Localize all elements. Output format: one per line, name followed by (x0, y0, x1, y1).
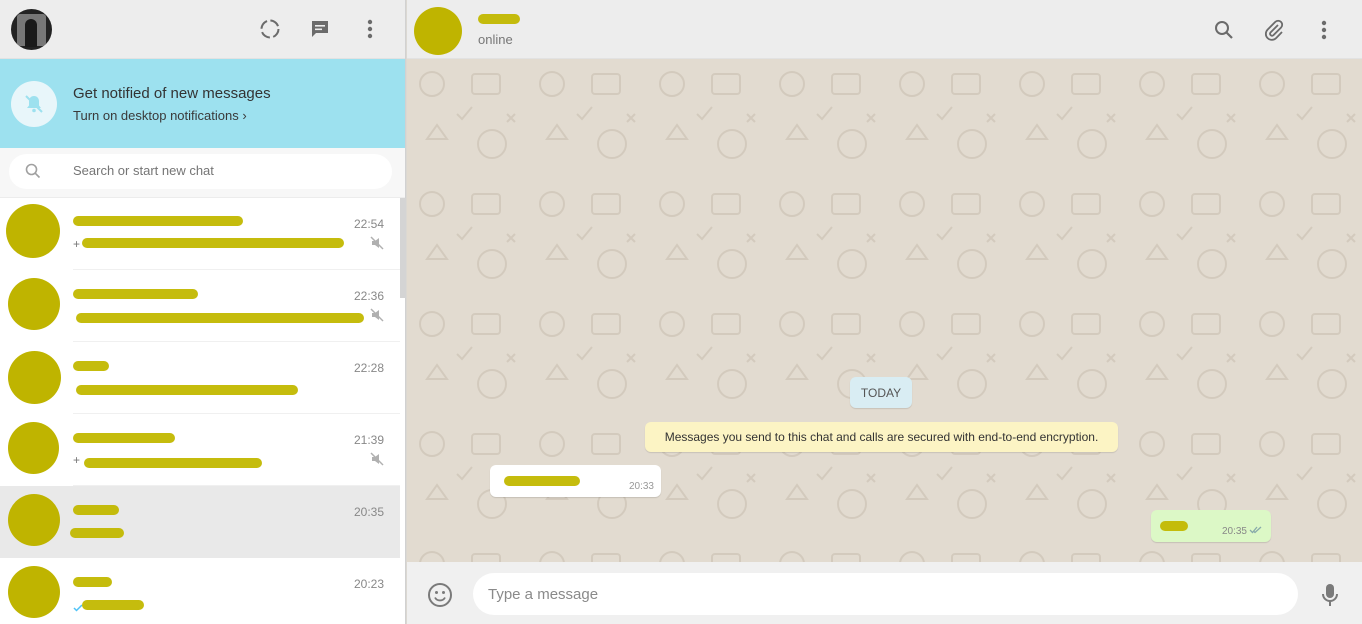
muted-icon (370, 452, 384, 471)
chat-list: + 22:54 22:36 22:28 + 21:39 20:35 20:23 (0, 198, 400, 624)
redacted-message-text (1160, 521, 1188, 531)
redacted-preview (84, 458, 262, 468)
redacted-preview (70, 528, 124, 538)
redacted-name (73, 577, 112, 587)
redacted-message-text (504, 476, 580, 486)
redacted-name (73, 216, 243, 226)
redacted-contact-name (478, 14, 520, 24)
chat-list-item-active[interactable]: 20:35 (0, 486, 400, 558)
composer (407, 562, 1362, 624)
chat-time: 22:28 (353, 361, 384, 375)
chat-time: 21:39 (353, 433, 384, 447)
redacted-preview (76, 385, 298, 395)
contact-status: online (478, 32, 513, 47)
status-icon[interactable] (258, 17, 282, 41)
muted-icon (370, 308, 384, 327)
search-icon (25, 163, 41, 184)
profile-avatar[interactable] (11, 9, 52, 50)
avatar (8, 278, 60, 330)
sidebar: Get notified of new messages Turn on des… (0, 0, 406, 624)
avatar (8, 422, 59, 474)
search-box[interactable] (9, 154, 392, 189)
notification-banner: Get notified of new messages Turn on des… (0, 59, 405, 148)
menu-icon[interactable] (358, 17, 382, 41)
attach-icon[interactable] (1262, 18, 1286, 42)
search-bar (0, 148, 405, 198)
notification-title: Get notified of new messages (73, 85, 271, 102)
message-area: TODAY Messages you send to this chat and… (407, 59, 1362, 562)
enable-notifications-link[interactable]: Turn on desktop notifications › (73, 108, 247, 123)
chat-list-item[interactable]: + 22:54 (0, 198, 400, 270)
message-time: 20:35 (1221, 526, 1247, 537)
redacted-name (73, 361, 109, 371)
message-time: 20:33 (628, 481, 654, 492)
conversation-pane: online TODAY Messages you send to this c… (407, 0, 1362, 624)
sidebar-header (0, 0, 405, 59)
double-check-icon (1249, 523, 1263, 538)
redacted-name (73, 433, 175, 443)
incoming-message[interactable]: 20:33 (490, 465, 661, 497)
outgoing-message[interactable]: 20:35 (1151, 510, 1271, 542)
bell-off-icon (11, 81, 57, 127)
conversation-header: online (407, 0, 1362, 59)
chat-list-scrollbar[interactable] (400, 198, 406, 298)
avatar (8, 494, 60, 546)
redacted-preview (82, 600, 144, 610)
chat-list-item[interactable]: + 21:39 (0, 414, 400, 486)
encryption-notice[interactable]: Messages you send to this chat and calls… (645, 422, 1118, 452)
chat-time: 20:23 (353, 577, 384, 591)
contact-avatar[interactable] (414, 7, 462, 55)
chat-list-item[interactable]: 20:23 (0, 558, 400, 624)
chat-list-item[interactable]: 22:36 (0, 270, 400, 342)
chat-time: 22:54 (353, 217, 384, 231)
redacted-name (73, 289, 198, 299)
redacted-preview (76, 313, 364, 323)
chat-list-item[interactable]: 22:28 (0, 342, 400, 414)
redacted-preview (82, 238, 344, 248)
chat-time: 20:35 (353, 505, 384, 519)
message-input[interactable] (473, 573, 1298, 615)
avatar (8, 351, 61, 404)
avatar (8, 566, 60, 618)
day-separator: TODAY (850, 377, 912, 408)
avatar (6, 204, 60, 258)
new-chat-icon[interactable] (308, 17, 332, 41)
menu-icon[interactable] (1312, 18, 1336, 42)
read-check-icon (73, 599, 83, 617)
emoji-icon[interactable] (427, 582, 453, 613)
redacted-name (73, 505, 119, 515)
chat-time: 22:36 (353, 289, 384, 303)
search-icon[interactable] (1212, 18, 1236, 42)
muted-icon (370, 236, 384, 255)
microphone-icon[interactable] (1321, 582, 1339, 613)
search-input[interactable] (73, 163, 373, 178)
